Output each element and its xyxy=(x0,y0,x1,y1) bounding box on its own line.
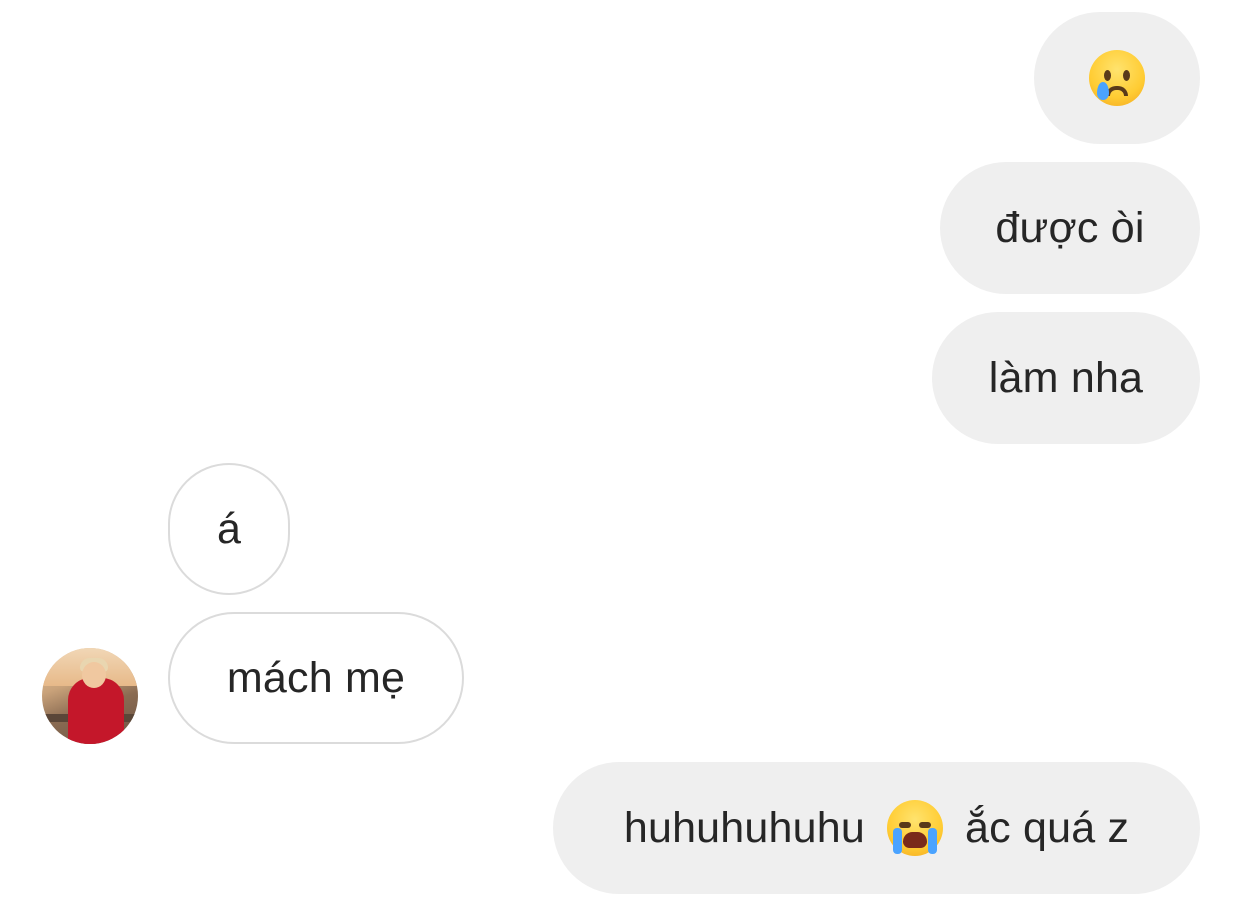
avatar[interactable] xyxy=(42,648,138,744)
message-bubble-sent[interactable] xyxy=(1034,12,1200,144)
message-text: ắc quá z xyxy=(965,803,1130,852)
message-text: huhuhuhuhu xyxy=(623,803,865,852)
message-bubble-received[interactable]: mách mẹ xyxy=(168,612,464,744)
message-bubble-sent[interactable]: huhuhuhuhu ắc quá z xyxy=(553,762,1200,894)
message-bubble-sent[interactable]: làm nha xyxy=(932,312,1200,444)
message-bubble-sent[interactable]: được òi xyxy=(940,162,1200,294)
message-text: á xyxy=(216,504,242,553)
message-text: mách mẹ xyxy=(226,653,406,702)
message-bubble-received[interactable]: á xyxy=(168,463,290,595)
message-text: làm nha xyxy=(988,353,1144,402)
loudly-crying-face-icon xyxy=(887,800,943,856)
message-text: được òi xyxy=(995,203,1145,252)
crying-face-icon xyxy=(1089,50,1145,106)
